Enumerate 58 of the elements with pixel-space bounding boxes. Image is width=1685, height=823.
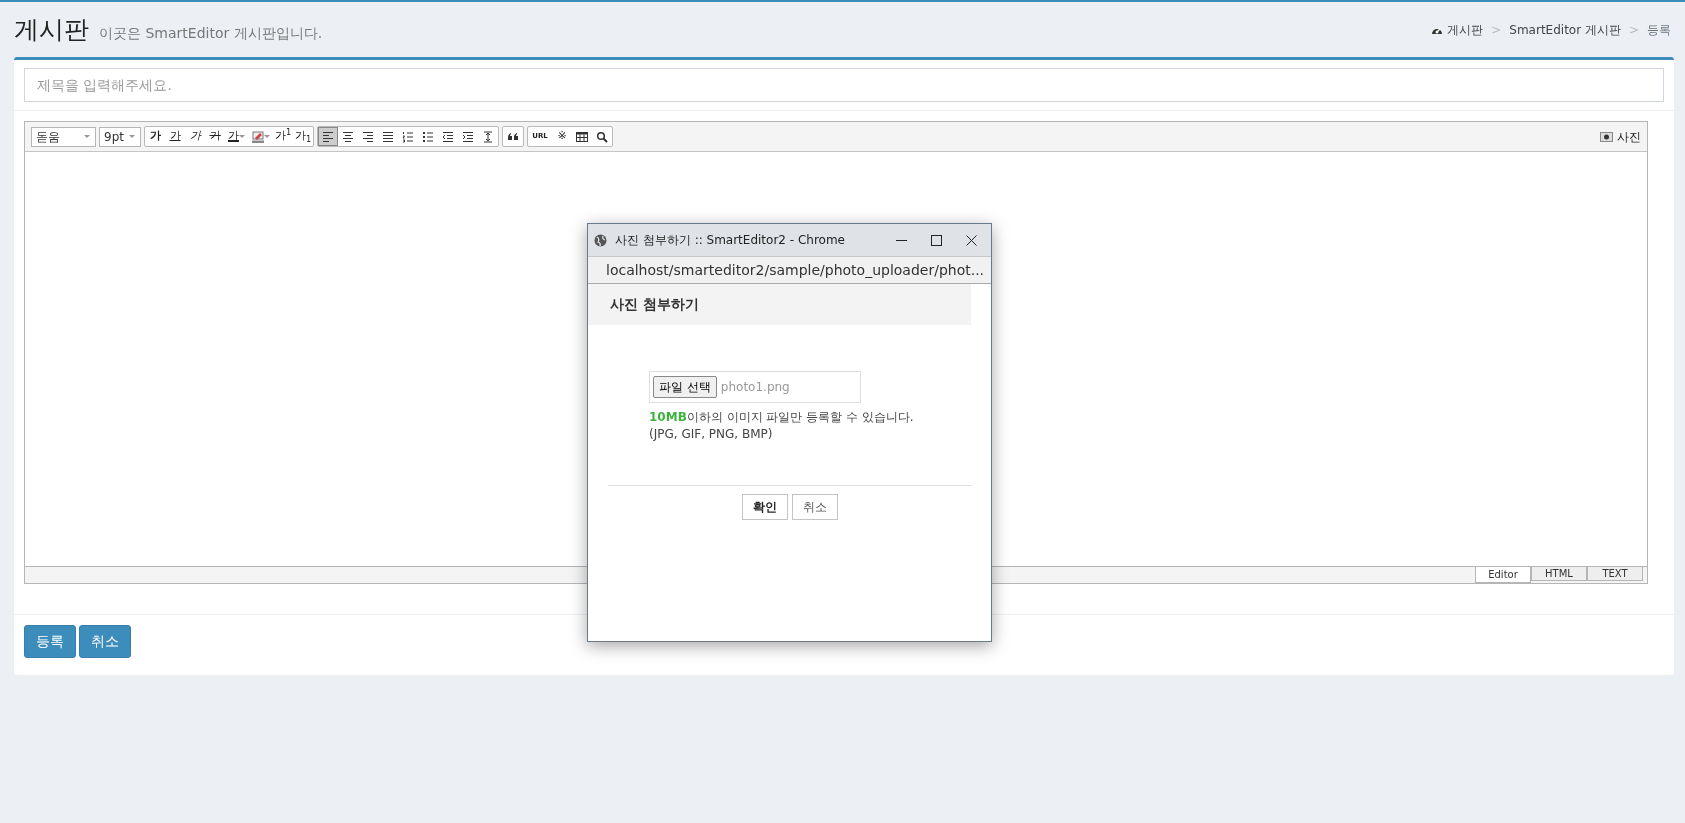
dialog-heading: 사진 첨부하기 — [588, 284, 971, 325]
strikethrough-button[interactable]: 가 — [205, 127, 225, 146]
mode-tab[interactable]: Editor — [1475, 567, 1531, 583]
window-title: 사진 첨부하기 :: SmartEditor2 - Chrome — [615, 232, 846, 249]
maximize-icon — [931, 234, 942, 246]
breadcrumb-separator: > — [1491, 21, 1502, 39]
size-select[interactable]: 9pt — [99, 126, 141, 147]
photo-button[interactable]: 사진 — [1600, 127, 1641, 146]
quote-icon — [507, 130, 519, 143]
address-text: localhost/smarteditor2/sample/photo_uploader/phot... — [606, 260, 985, 280]
file-name: photo1.png — [720, 379, 790, 396]
font-select[interactable]: 돋움 — [31, 126, 96, 147]
caret-icon — [263, 134, 271, 139]
font-value: 돋움 — [36, 128, 60, 146]
superscript-button[interactable]: 가$^{1}$ — [273, 127, 293, 146]
justify-icon — [382, 130, 394, 143]
form-button[interactable]: 등록 — [24, 625, 76, 658]
caret-icon — [129, 134, 136, 139]
upload-note: 10MB이하의 이미지 파일만 등록할 수 있습니다. — [649, 409, 915, 426]
underline-button[interactable]: 가 — [165, 127, 185, 146]
bullet-list-icon — [422, 130, 434, 143]
align-center-icon — [342, 130, 354, 143]
file-input[interactable]: 파일 선택 photo1.png — [649, 371, 861, 403]
breadcrumb-link[interactable]: SmartEditor 게시판 — [1509, 20, 1621, 39]
line-height-icon — [482, 130, 494, 143]
breadcrumb-separator: > — [1628, 21, 1639, 39]
italic-button[interactable]: 가 — [185, 127, 205, 146]
caret-icon — [84, 134, 91, 139]
table-icon — [576, 130, 588, 143]
page-subtitle: 이곳은 SmartEditor 게시판입니다. — [99, 23, 323, 43]
mode-tab[interactable]: TEXT — [1587, 567, 1643, 581]
alignleft-button[interactable] — [318, 127, 338, 146]
align-left-icon — [322, 130, 334, 143]
outdent-icon — [442, 130, 454, 143]
size-value: 9pt — [104, 128, 124, 146]
align-right-icon — [362, 130, 374, 143]
subscript-button[interactable]: 가$_{1}$ — [293, 127, 313, 146]
highlighter-icon — [251, 130, 264, 143]
special-character-button[interactable]: ※ — [552, 127, 572, 146]
format-note: (JPG, GIF, PNG, BMP) — [649, 426, 774, 443]
breadcrumb-link[interactable]: 게시판 — [1431, 20, 1484, 39]
globe-icon — [594, 233, 607, 247]
form-button[interactable]: 취소 — [79, 625, 131, 658]
confirm-button[interactable]: 확인 — [741, 494, 788, 520]
choose-file-button[interactable]: 파일 선택 — [653, 376, 717, 398]
font-color-button[interactable]: 가 — [225, 127, 249, 146]
close-icon — [966, 234, 977, 246]
title-field[interactable]: 제목을 입력해주세요. — [24, 68, 1664, 102]
search-icon — [596, 130, 608, 143]
page-title: 게시판 — [14, 13, 89, 46]
cancel-button[interactable]: 취소 — [791, 494, 838, 520]
breadcrumb-current: 등록 — [1647, 21, 1671, 39]
numbered-list-icon — [402, 130, 414, 143]
caret-icon — [239, 134, 246, 139]
indent-icon — [462, 130, 474, 143]
bold-button[interactable]: 가 — [145, 127, 165, 146]
mode-tab[interactable]: HTML — [1531, 567, 1587, 581]
camera-icon — [1600, 131, 1613, 142]
